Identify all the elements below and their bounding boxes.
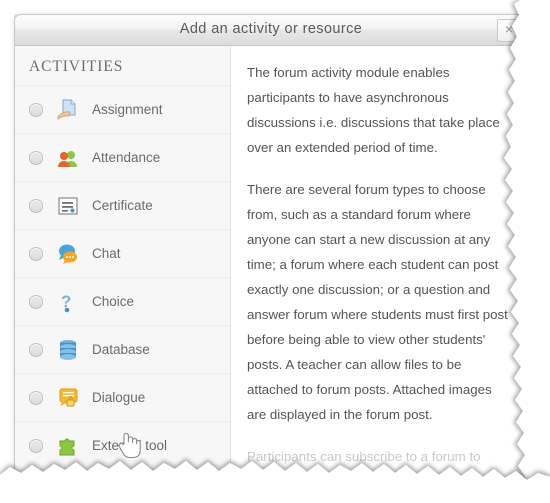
attendance-icon xyxy=(56,146,80,170)
paper-left-margin xyxy=(0,0,14,503)
activity-row-external-tool[interactable]: External tool xyxy=(15,421,230,469)
activities-list[interactable]: Assignment Attendance Certificate Chat? Choi… xyxy=(15,85,230,481)
close-icon[interactable]: × xyxy=(497,19,521,42)
activities-sidebar[interactable]: ACTIVITIES Assignment Attendance Certifica… xyxy=(15,46,231,481)
activity-radio[interactable] xyxy=(29,150,43,165)
dialogue-icon xyxy=(56,386,80,410)
activity-label: Chat xyxy=(92,246,121,261)
activity-label: Attendance xyxy=(92,150,161,165)
activity-row-attendance[interactable]: Attendance xyxy=(15,133,230,181)
activity-label: Choice xyxy=(92,294,135,309)
activity-row-database[interactable]: Database xyxy=(15,325,230,373)
activity-row-dialogue[interactable]: Dialogue xyxy=(15,373,230,421)
activity-label: Assignment xyxy=(92,102,163,117)
activity-radio[interactable] xyxy=(29,438,43,453)
activities-heading: ACTIVITIES xyxy=(29,58,124,75)
choice-icon: ? xyxy=(56,290,80,314)
external-tool-icon xyxy=(56,434,80,458)
description-panel: The forum activity module enables partic… xyxy=(231,46,527,481)
activity-radio[interactable] xyxy=(29,342,43,357)
activity-radio[interactable] xyxy=(29,294,43,309)
dialog-body: ACTIVITIES Assignment Attendance Certifica… xyxy=(15,46,527,481)
paper-top-margin xyxy=(0,0,550,14)
activity-row-feedback[interactable]: Feedback xyxy=(15,469,230,481)
description-paragraph: There are several forum types to choose … xyxy=(247,182,508,422)
activity-label: Database xyxy=(92,342,150,357)
certificate-icon xyxy=(56,194,80,218)
activity-label: External tool xyxy=(92,438,168,453)
activity-row-certificate[interactable]: Certificate xyxy=(15,181,230,229)
activity-radio[interactable] xyxy=(29,198,43,213)
activity-radio[interactable] xyxy=(29,246,43,261)
description-paragraph: Participants can subscribe to a forum to xyxy=(247,449,481,464)
assignment-icon xyxy=(56,98,80,122)
screenshot-root: Add an activity or resource × ACTIVITIES… xyxy=(0,0,550,503)
activity-row-chat[interactable]: Chat xyxy=(15,229,230,277)
activity-row-choice[interactable]: ? Choice xyxy=(15,277,230,325)
dialog-titlebar: Add an activity or resource × xyxy=(15,15,527,46)
database-icon xyxy=(56,338,80,362)
activity-label: Dialogue xyxy=(92,390,146,405)
activity-radio[interactable] xyxy=(29,102,43,117)
dialog-title: Add an activity or resource xyxy=(179,21,363,37)
activity-radio[interactable] xyxy=(29,390,43,405)
chat-icon xyxy=(56,242,80,266)
activity-row-assignment[interactable]: Assignment xyxy=(15,85,230,133)
activity-label: Certificate xyxy=(92,198,153,213)
add-activity-dialog: Add an activity or resource × ACTIVITIES… xyxy=(14,14,528,482)
description-paragraph: The forum activity module enables partic… xyxy=(247,65,500,155)
